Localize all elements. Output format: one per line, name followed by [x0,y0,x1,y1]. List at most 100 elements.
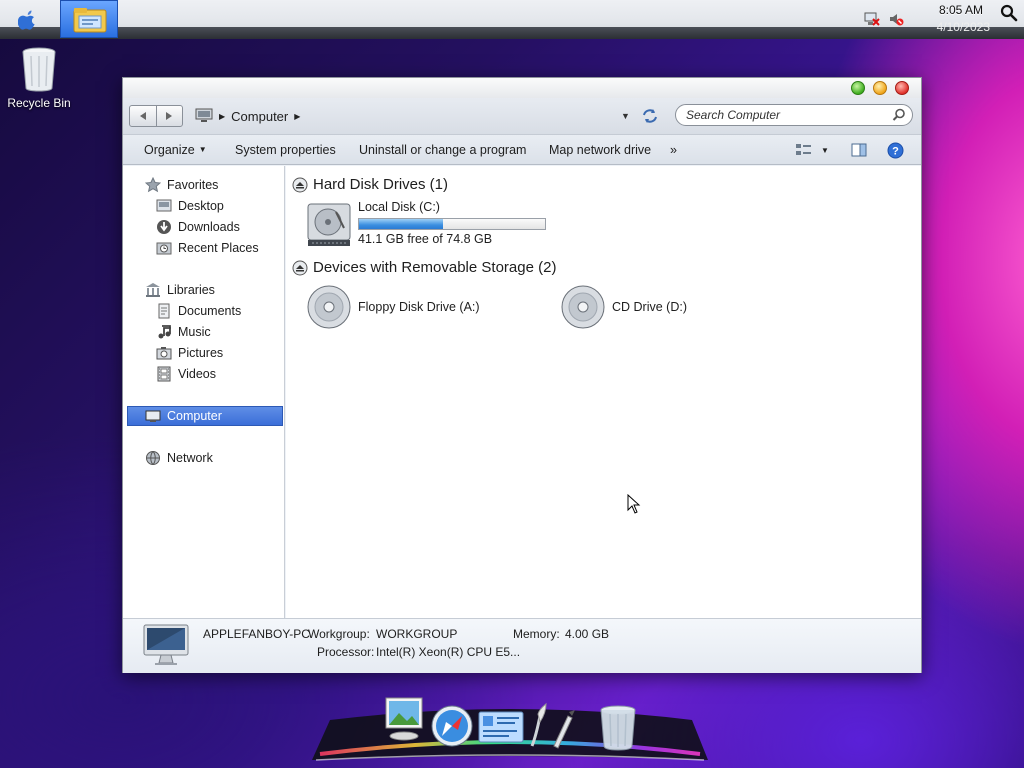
desktop-icon-label: Recycle Bin [7,96,71,110]
drive-floppy-a[interactable]: Floppy Disk Drive (A:) [306,284,480,330]
processor-label: Processor: [317,645,375,659]
nav-videos[interactable]: Videos [156,364,216,384]
nav-label: Desktop [178,199,224,213]
window-titlebar[interactable] [123,78,921,98]
minimize-button[interactable] [873,81,887,95]
hard-drive-icon [307,203,351,246]
recycle-bin-icon [22,47,56,92]
drive-free-space: 41.1 GB free of 74.8 GB [358,232,493,246]
camera-icon [156,347,172,360]
view-dropdown-icon[interactable]: ▼ [821,146,829,155]
details-pane: APPLEFANBOY-PC Workgroup: WORKGROUP Memo… [123,618,921,673]
quill-pen-icon[interactable] [526,702,578,750]
uninstall-program-button[interactable]: Uninstall or change a program [359,143,526,157]
drive-usage-fill [359,219,443,229]
drive-name: CD Drive (D:) [612,300,687,314]
nav-label: Libraries [167,283,215,297]
nav-buttons [129,105,183,127]
file-explorer-task-button[interactable] [60,0,118,38]
desktop-icon-recycle-bin[interactable]: Recycle Bin [4,46,74,110]
nav-network[interactable]: Network [145,448,213,468]
menubar-lower-strip [0,27,1024,39]
floppy-disc-drive-icon [307,285,351,329]
breadcrumb-separator-icon[interactable]: ▶ [294,112,300,121]
map-network-drive-button[interactable]: Map network drive [549,143,651,157]
safari-icon[interactable] [430,704,474,748]
nav-label: Recent Places [178,241,259,255]
content-pane: Hard Disk Drives (1) Local Disk (C:) 41.… [286,166,921,618]
more-commands-button[interactable]: » [670,143,677,157]
globe-icon [146,451,160,465]
spotlight-search-icon[interactable] [1000,4,1018,22]
nav-favorites[interactable]: Favorites [145,175,218,195]
group-header-hard-disks[interactable]: Hard Disk Drives (1) [292,176,448,193]
clock-date[interactable]: 4/10/2023 [937,20,990,34]
nav-label: Pictures [178,346,224,360]
address-dropdown-icon[interactable]: ▼ [621,111,630,121]
organize-menu[interactable]: Organize ▼ [144,143,207,157]
network-disconnected-icon[interactable] [864,11,880,27]
memory-label: Memory: [513,627,560,641]
libraries-icon [146,283,160,297]
drive-cd-d[interactable]: CD Drive (D:) [560,284,687,330]
apple-icon[interactable] [18,8,38,30]
pc-name: APPLEFANBOY-PC [203,627,310,641]
search-input[interactable]: Search Computer [675,104,913,126]
forward-button[interactable] [155,106,183,126]
nav-documents[interactable]: Documents [156,301,241,321]
navigation-pane: Favorites Desktop Downloads Recent Place… [123,166,285,618]
breadcrumb-computer[interactable]: Computer [231,109,288,124]
forward-arrow-icon [166,112,173,120]
film-icon [157,366,171,382]
help-icon[interactable]: ? [887,142,904,159]
nav-computer[interactable]: Computer [145,406,222,426]
recent-places-icon [156,242,172,255]
mouse-cursor-icon [627,494,641,514]
imac-icon [143,624,189,665]
address-row: ▶ Computer ▶ ▼ Search Computer [123,98,921,134]
close-button[interactable] [895,81,909,95]
drive-name: Floppy Disk Drive (A:) [358,300,480,314]
star-icon [145,177,161,193]
drive-usage-bar [358,218,546,230]
chevron-down-icon: ▼ [198,145,207,154]
refresh-icon[interactable] [641,107,659,125]
nav-label: Computer [167,409,222,423]
cd-drive-icon [561,285,605,329]
maximize-button[interactable] [851,81,865,95]
collapse-arrow-icon[interactable] [292,177,308,193]
nav-recent-places[interactable]: Recent Places [156,238,259,258]
nav-pictures[interactable]: Pictures [156,343,223,363]
nav-desktop[interactable]: Desktop [156,196,224,216]
nav-libraries[interactable]: Libraries [145,280,215,300]
command-bar: Organize ▼ System properties Uninstall or… [123,134,921,165]
preview-pane-icon[interactable] [851,142,867,158]
nav-label: Favorites [167,178,219,192]
computer-icon [145,410,161,422]
volume-muted-icon[interactable] [888,11,904,27]
nav-label: Videos [178,367,216,381]
computer-window: ▶ Computer ▶ ▼ Search Computer Organize ▼… [122,77,922,673]
collapse-arrow-icon[interactable] [292,260,308,276]
clock-time[interactable]: 8:05 AM [939,3,983,17]
group-title: Devices with Removable Storage (2) [313,259,557,276]
nav-downloads[interactable]: Downloads [156,217,240,237]
group-header-removable[interactable]: Devices with Removable Storage (2) [292,259,556,276]
back-arrow-icon [139,112,146,120]
drive-local-disk-c[interactable]: Local Disk (C:) 41.1 GB free of 74.8 GB [306,200,546,248]
nav-label: Downloads [178,220,240,234]
settings-panel-icon[interactable] [478,710,524,746]
back-button[interactable] [130,106,156,126]
dock [300,697,720,768]
view-options-icon[interactable] [795,142,813,158]
system-properties-button[interactable]: System properties [235,143,336,157]
photo-viewer-icon[interactable] [382,696,426,742]
memory-value: 4.00 GB [565,627,610,641]
breadcrumb-separator-icon[interactable]: ▶ [219,112,225,121]
search-icon[interactable] [892,108,906,122]
trash-icon[interactable] [598,704,638,752]
desktop-icon [156,199,172,212]
nav-label: Music [178,325,211,339]
nav-music[interactable]: Music [156,322,211,342]
address-bar[interactable]: ▶ Computer ▶ [195,105,629,127]
